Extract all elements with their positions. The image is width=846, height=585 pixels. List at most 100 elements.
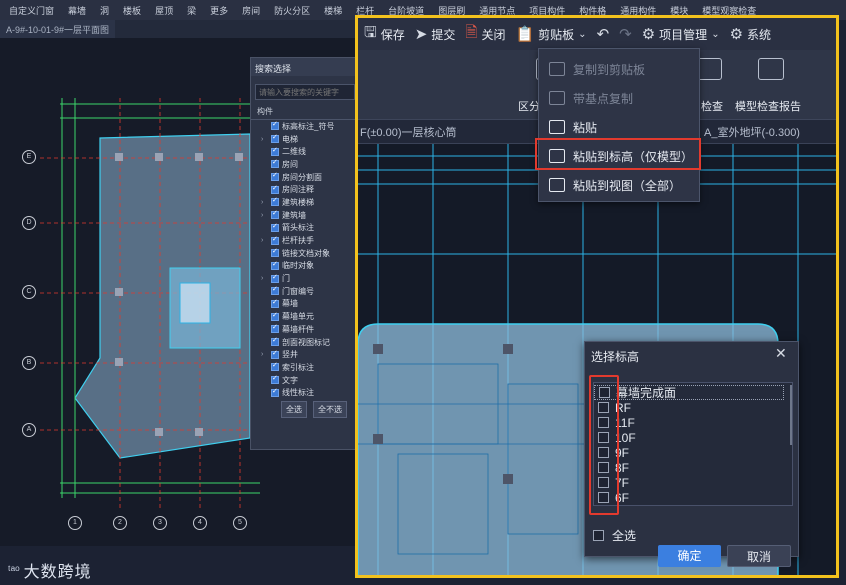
chevron-right-icon[interactable]: › — [261, 351, 271, 358]
bg-menu-item[interactable]: 自定义门窗 — [2, 4, 61, 17]
ribbon-check[interactable]: 检查 — [701, 98, 723, 114]
ok-button[interactable]: 确定 — [658, 545, 721, 567]
elevation-list-item[interactable]: 幕墙完成面 — [594, 385, 784, 400]
chevron-right-icon[interactable]: › — [261, 275, 271, 282]
cancel-button[interactable]: 取消 — [727, 545, 791, 567]
search-list-item[interactable]: 门窗编号 — [251, 285, 357, 298]
elevation-list-item[interactable]: 9F — [594, 445, 784, 460]
checkbox[interactable] — [271, 133, 279, 144]
search-list-item[interactable]: 二维线 — [251, 145, 357, 158]
checkbox[interactable] — [271, 361, 279, 372]
bg-menu-item[interactable]: 梁 — [180, 4, 203, 17]
checkbox[interactable] — [271, 298, 279, 308]
elevation-list-item[interactable]: 10F — [594, 430, 784, 445]
checkbox[interactable] — [271, 120, 279, 131]
checkbox[interactable] — [271, 158, 279, 169]
search-list-item[interactable]: 线性标注 — [251, 386, 357, 399]
view-tab-core[interactable]: F(±0.00)一层核心筒 — [360, 124, 457, 140]
search-list-item[interactable]: 幕墙单元 — [251, 310, 357, 323]
search-input[interactable] — [255, 84, 355, 100]
search-list-item[interactable]: 箭头标注 — [251, 222, 357, 235]
bg-menu-item[interactable]: 屋顶 — [148, 4, 180, 17]
bg-menu-item[interactable]: 更多 — [203, 4, 235, 17]
checkbox[interactable] — [271, 336, 279, 347]
elevation-list-item[interactable]: 11F — [594, 415, 784, 430]
search-list-item[interactable]: › 建筑楼梯 — [251, 196, 357, 209]
checkbox[interactable] — [271, 273, 279, 283]
save-button[interactable]: 🖫 保存 — [364, 22, 405, 47]
checkbox[interactable] — [271, 209, 279, 220]
close-label: 关闭 — [481, 27, 506, 42]
search-list-item[interactable]: 文字 — [251, 374, 357, 387]
search-item-label: 电梯 — [282, 134, 298, 144]
elevation-list-item[interactable]: 8F — [594, 460, 784, 475]
menu-copy-to-clipboard[interactable]: 复制到剪贴板 — [539, 55, 699, 83]
chevron-right-icon[interactable]: › — [261, 199, 271, 206]
search-list-item[interactable]: 幕墙杆件 — [251, 323, 357, 336]
checkbox[interactable] — [271, 196, 279, 207]
chevron-right-icon[interactable]: › — [261, 136, 271, 143]
search-list-item[interactable]: › 建筑墙 — [251, 209, 357, 222]
search-list-item[interactable]: 链接文档对象 — [251, 247, 357, 260]
checkbox[interactable] — [271, 184, 279, 194]
project-management-button[interactable]: ⚙ 项目管理 ⌄ — [642, 25, 720, 43]
select-none-button[interactable]: 全不选 — [313, 401, 347, 418]
search-list-item[interactable]: 房间分割面 — [251, 171, 357, 184]
checkbox[interactable] — [271, 311, 279, 321]
menu-copy-with-basepoint[interactable]: 带基点复制 — [539, 84, 699, 112]
elevation-list-item[interactable]: 6F — [594, 490, 784, 505]
close-icon[interactable]: ✕ — [775, 345, 787, 362]
checkbox[interactable] — [271, 171, 279, 182]
search-list-item[interactable]: › 电梯 — [251, 133, 357, 146]
checkbox[interactable] — [271, 235, 279, 245]
search-list-item[interactable]: 房间 — [251, 158, 357, 171]
checkbox[interactable] — [271, 285, 279, 296]
chevron-right-icon[interactable]: › — [261, 237, 271, 244]
menu-paste-to-view[interactable]: 粘贴到视图（全部） — [539, 171, 699, 199]
elevation-list-item[interactable]: 7F — [594, 475, 784, 490]
redo-button[interactable]: ↷ — [619, 25, 632, 43]
clipboard-button[interactable]: 📋 剪贴板 ⌄ — [515, 25, 586, 43]
bg-menu-item[interactable]: 幕墙 — [61, 4, 93, 17]
close-button[interactable]: 🗎 关闭 — [465, 22, 505, 47]
undo-button[interactable]: ↶ — [597, 25, 610, 43]
checkbox[interactable] — [271, 323, 279, 334]
menu-paste[interactable]: 粘贴 — [539, 113, 699, 141]
search-list-item[interactable]: › 竖井 — [251, 348, 357, 361]
search-list-item[interactable]: 标高标注_符号 — [251, 120, 357, 133]
model-check-report-icon[interactable] — [758, 58, 784, 80]
checkbox[interactable] — [271, 222, 279, 232]
search-list-item[interactable]: 剖面视图标记 — [251, 336, 357, 349]
bg-menu-item[interactable]: 楼梯 — [317, 4, 349, 17]
search-item-label: 房间注释 — [282, 185, 314, 195]
scrollbar[interactable] — [790, 385, 792, 445]
search-list-item[interactable]: 房间注释 — [251, 183, 357, 196]
system-button[interactable]: ⚙ 系统 — [730, 25, 771, 43]
elevation-list-item[interactable]: RF — [594, 400, 784, 415]
checkbox[interactable] — [271, 247, 279, 258]
bg-menu-item[interactable]: 洞 — [93, 4, 116, 17]
search-list-item[interactable]: ›门 — [251, 272, 357, 285]
search-list-item[interactable]: 索引标注 — [251, 361, 357, 374]
checkbox[interactable] — [271, 349, 279, 359]
search-list-item[interactable]: › 栏杆扶手 — [251, 234, 357, 247]
search-list-item[interactable]: 幕墙 — [251, 298, 357, 311]
select-all-button[interactable]: 全选 — [281, 401, 307, 418]
checkbox[interactable] — [271, 260, 279, 270]
ribbon-model-check-report[interactable]: 模型检查报告 — [735, 98, 801, 114]
bg-menu-item[interactable]: 防火分区 — [267, 4, 317, 17]
select-all-checkbox[interactable]: 全选 — [593, 527, 636, 544]
checkbox[interactable] — [593, 530, 604, 541]
submit-button[interactable]: ➤ 提交 — [415, 25, 456, 43]
checkbox[interactable] — [271, 146, 279, 156]
search-list-item[interactable]: 临时对象 — [251, 260, 357, 273]
bg-menu-item[interactable]: 楼板 — [116, 4, 148, 17]
checkbox[interactable] — [271, 374, 279, 385]
checkbox[interactable] — [271, 387, 279, 397]
view-tab-outdoor[interactable]: A_室外地坪(-0.300) — [704, 124, 800, 140]
ribbon-partition[interactable]: 区分 — [518, 98, 540, 114]
bg-menu-item[interactable]: 房间 — [235, 4, 267, 17]
chevron-right-icon[interactable]: › — [261, 212, 271, 219]
elevation-list[interactable]: 幕墙完成面 RF 11F 10F 9F 8F 7F 6F — [593, 382, 793, 506]
bg-drawing-tab[interactable]: A-9#-10-01-9#一层平面图 — [0, 20, 116, 38]
